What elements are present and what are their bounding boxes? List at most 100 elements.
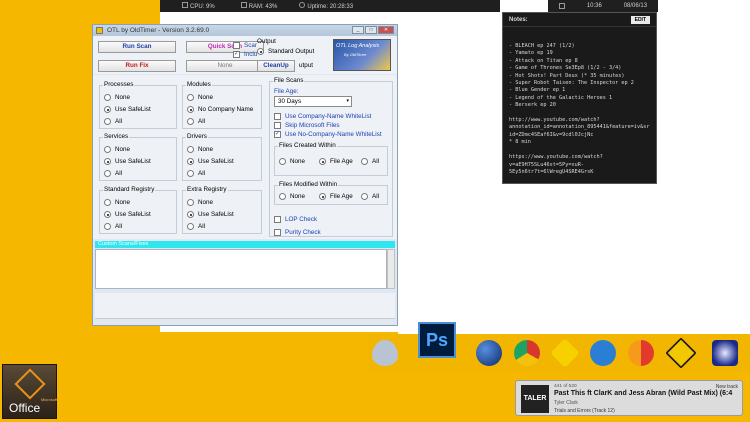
radio-button[interactable] <box>104 118 111 125</box>
radio-button[interactable] <box>104 223 111 230</box>
company-whitelist-checkbox[interactable]: Use Company-Name WhiteList <box>274 113 371 120</box>
notes-line: - Attack on Titan ep 8 <box>509 57 578 64</box>
created-all-radio[interactable]: All <box>361 158 379 165</box>
standard-output-radio[interactable]: Standard Output <box>257 48 314 55</box>
radio-button[interactable] <box>187 94 194 101</box>
chrome-icon[interactable] <box>514 340 540 366</box>
radio-button[interactable] <box>104 146 111 153</box>
extreg-safelist-radio[interactable]: Use SafeList <box>187 211 234 218</box>
notes-line: - Legend of the Galactic Heroes 1 <box>509 94 613 101</box>
processes-none-radio[interactable]: None <box>104 94 130 101</box>
file-age-select[interactable]: 30 Days ▾ <box>274 96 352 107</box>
malwarebytes-icon[interactable] <box>590 340 616 366</box>
clock-date: 08/06/13 <box>623 3 648 9</box>
skip-microsoft-checkbox[interactable]: Skip Microsoft Files <box>274 122 340 129</box>
custom-scans-scrollbar[interactable] <box>387 249 395 289</box>
notes-body[interactable]: - BLEACH ep 247 (1/2) - Yamato ep 19- Att… <box>503 27 656 176</box>
stdreg-none-radio[interactable]: None <box>104 199 130 206</box>
radio-button[interactable] <box>319 193 326 200</box>
modules-all-radio[interactable]: All <box>187 118 205 125</box>
radio-button[interactable] <box>361 158 368 165</box>
radio-button[interactable] <box>187 211 194 218</box>
group-label: Extra Registry <box>186 186 228 193</box>
vlc-icon[interactable] <box>550 338 580 368</box>
modified-none-radio[interactable]: None <box>279 193 305 200</box>
star-app-icon[interactable] <box>712 340 738 366</box>
radio-button[interactable] <box>104 94 111 101</box>
option-label: None <box>115 199 131 206</box>
media-notification[interactable]: TALER 441 of 520 New track Past This ft … <box>515 380 743 416</box>
radio-button[interactable] <box>279 193 286 200</box>
radio-button[interactable] <box>187 199 194 206</box>
checkbox[interactable] <box>274 216 281 223</box>
scan-checkbox[interactable]: Scar <box>233 42 257 49</box>
notes-widget[interactable]: Notes: EDIT - BLEACH ep 247 (1/2) - Yamat… <box>502 12 657 184</box>
drivers-all-radio[interactable]: All <box>187 170 205 177</box>
otl-titlebar[interactable]: OTL by OldTimer - Version 3.2.69.0 _ □ ✕ <box>93 25 397 36</box>
system-stats-bar: CPU: 9% RAM: 43% Uptime: 20:28:33 <box>160 0 500 12</box>
checkbox[interactable] <box>274 229 281 236</box>
modified-fileage-radio[interactable]: File Age <box>319 193 353 200</box>
radio-button[interactable] <box>187 118 194 125</box>
radio-button[interactable] <box>187 146 194 153</box>
include-checkbox[interactable]: ✓ Inclu <box>233 51 257 58</box>
services-all-radio[interactable]: All <box>104 170 122 177</box>
option-label: Use SafeList <box>115 158 151 165</box>
close-button[interactable]: ✕ <box>378 26 394 34</box>
drivers-safelist-radio[interactable]: Use SafeList <box>187 158 234 165</box>
notes-edit-button[interactable]: EDIT <box>630 15 650 24</box>
modified-all-radio[interactable]: All <box>361 193 379 200</box>
nocompany-whitelist-checkbox[interactable]: ✓ Use No-Company-Name WhiteList <box>274 131 382 138</box>
checkbox[interactable]: ✓ <box>274 131 281 138</box>
extreg-all-radio[interactable]: All <box>187 223 205 230</box>
purity-check-checkbox[interactable]: Purity Check <box>274 229 321 236</box>
processes-all-radio[interactable]: All <box>104 118 122 125</box>
uptime-stat: Uptime: 20:28:33 <box>299 2 353 10</box>
radio-button[interactable] <box>187 158 194 165</box>
none-button[interactable]: None <box>186 60 264 72</box>
option-label: File Age <box>330 193 353 200</box>
services-none-radio[interactable]: None <box>104 146 130 153</box>
radio-button[interactable] <box>104 106 111 113</box>
radio-button[interactable] <box>187 106 194 113</box>
checkbox[interactable] <box>274 113 281 120</box>
radio-button[interactable] <box>279 158 286 165</box>
stdreg-all-radio[interactable]: All <box>104 223 122 230</box>
created-fileage-radio[interactable]: File Age <box>319 158 353 165</box>
option-label: All <box>115 118 122 125</box>
services-safelist-radio[interactable]: Use SafeList <box>104 158 151 165</box>
standard-output-radio-dot[interactable] <box>257 48 264 55</box>
checkbox[interactable] <box>274 122 281 129</box>
diamond-app-icon[interactable] <box>665 337 697 369</box>
include-checkbox-box[interactable]: ✓ <box>233 51 240 58</box>
option-label: Use SafeList <box>198 211 234 218</box>
minimize-button[interactable]: _ <box>352 26 364 34</box>
modules-none-radio[interactable]: None <box>187 94 213 101</box>
modules-nocompany-radio[interactable]: No Company Name <box>187 106 253 113</box>
created-none-radio[interactable]: None <box>279 158 305 165</box>
radio-button[interactable] <box>104 199 111 206</box>
custom-scans-textarea[interactable] <box>95 249 387 289</box>
radio-button[interactable] <box>104 211 111 218</box>
stdreg-safelist-radio[interactable]: Use SafeList <box>104 211 151 218</box>
radio-button[interactable] <box>319 158 326 165</box>
extreg-none-radio[interactable]: None <box>187 199 213 206</box>
radio-button[interactable] <box>187 170 194 177</box>
lop-check-checkbox[interactable]: LOP Check <box>274 216 317 223</box>
cleanup-button[interactable]: CleanUp <box>257 60 295 72</box>
photoshop-icon[interactable]: Ps <box>418 322 456 358</box>
maximize-button[interactable]: □ <box>365 26 377 34</box>
droplet-icon[interactable] <box>372 340 398 366</box>
drivers-none-radio[interactable]: None <box>187 146 213 153</box>
radio-button[interactable] <box>187 223 194 230</box>
office-icon[interactable]: Office Microsoft <box>2 364 57 419</box>
ccleaner-icon[interactable] <box>628 340 654 366</box>
scan-checkbox-box[interactable] <box>233 42 240 49</box>
radio-button[interactable] <box>104 170 111 177</box>
radio-button[interactable] <box>104 158 111 165</box>
globe-icon[interactable] <box>476 340 502 366</box>
run-fix-button[interactable]: Run Fix <box>98 60 176 72</box>
processes-safelist-radio[interactable]: Use SafeList <box>104 106 151 113</box>
run-scan-button[interactable]: Run Scan <box>98 41 176 53</box>
radio-button[interactable] <box>361 193 368 200</box>
